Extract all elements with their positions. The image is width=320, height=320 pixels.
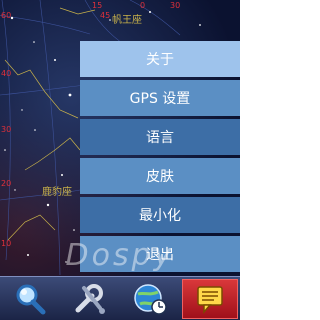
menu-item-label: 退出 [146, 247, 174, 263]
ra-label: 30 [170, 1, 181, 10]
constellation-label: 鹿豹座 [42, 187, 72, 198]
search-icon [16, 284, 46, 315]
menu-item-about[interactable]: 关于 [80, 41, 240, 77]
menu-item-minimize[interactable]: 最小化 [80, 197, 240, 233]
options-menu: 关于 GPS 设置 语言 皮肤 最小化 退出 [80, 41, 240, 275]
globe-time-button[interactable] [122, 279, 178, 319]
tools-icon [75, 284, 105, 314]
menu-item-label: 关于 [146, 52, 174, 68]
globe-clock-icon [134, 284, 167, 315]
menu-item-label: 皮肤 [146, 169, 174, 185]
ra-label: 45 [100, 11, 111, 20]
menu-button[interactable] [182, 279, 238, 319]
menu-item-skin[interactable]: 皮肤 [80, 158, 240, 194]
dec-label: 60 [1, 11, 12, 20]
tools-button[interactable] [62, 279, 118, 319]
menu-item-language[interactable]: 语言 [80, 119, 240, 155]
constellation-label: 帆王座 [112, 15, 142, 26]
star-map-screen[interactable]: 15 0 45 30 60 40 30 20 10 帆王座 鹿豹座 关于 GPS… [0, 0, 240, 320]
search-button[interactable] [2, 279, 58, 319]
dec-label: 30 [1, 125, 12, 134]
menu-item-label: 语言 [146, 130, 174, 146]
menu-item-label: 最小化 [139, 208, 181, 224]
dec-label: 20 [1, 179, 12, 188]
ra-label: 0 [140, 1, 146, 10]
chat-menu-icon [197, 286, 223, 314]
bottom-toolbar [0, 276, 240, 320]
menu-item-exit[interactable]: 退出 [80, 236, 240, 272]
dec-label: 10 [1, 239, 12, 248]
ra-label: 15 [92, 1, 103, 10]
menu-item-gps-settings[interactable]: GPS 设置 [80, 80, 240, 116]
dec-label: 40 [1, 69, 12, 78]
menu-item-label: GPS 设置 [129, 91, 191, 107]
